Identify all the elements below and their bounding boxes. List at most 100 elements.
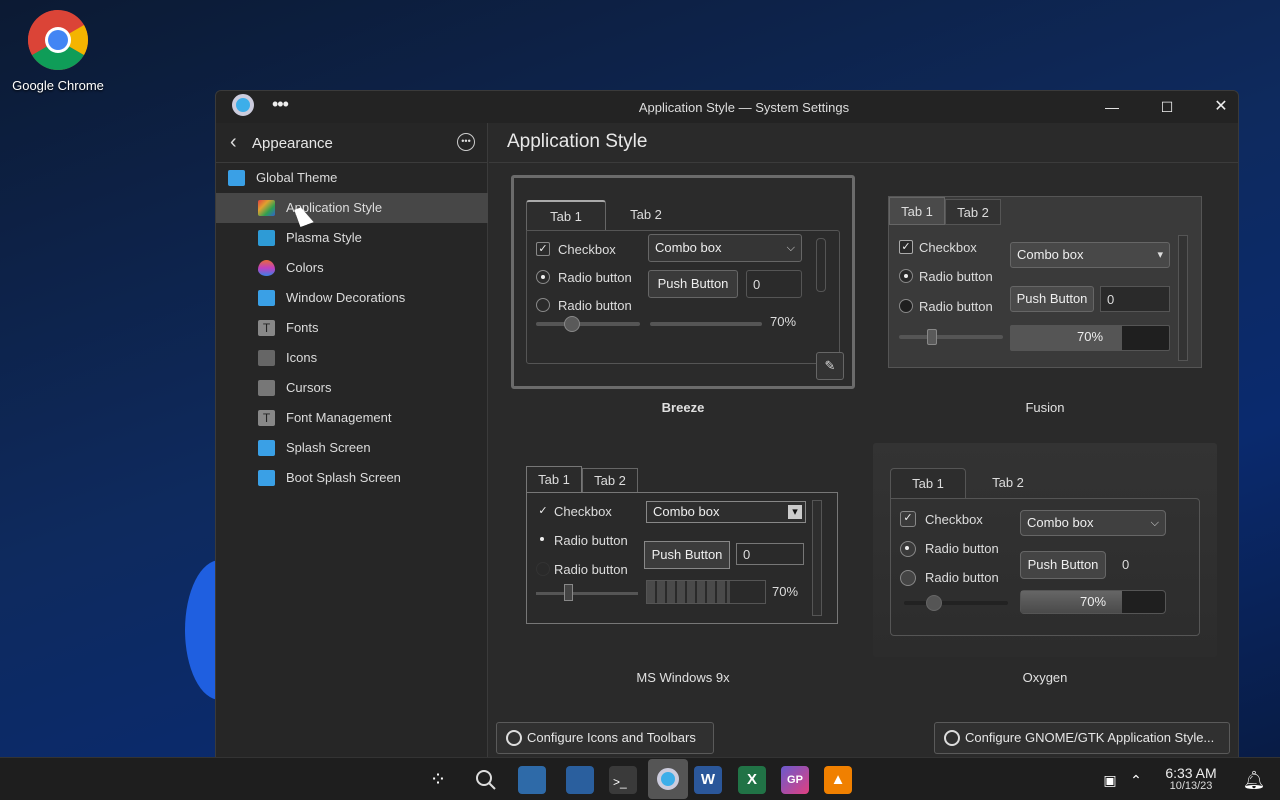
preview-progress bbox=[650, 322, 762, 326]
preview-tab-2: Tab 2 bbox=[630, 207, 662, 222]
chrome-icon bbox=[27, 9, 89, 71]
drop-icon bbox=[258, 260, 275, 276]
style-name-breeze: Breeze bbox=[661, 400, 705, 415]
sidebar-item-colors[interactable]: Colors bbox=[216, 253, 488, 283]
sidebar-item-plasma-style[interactable]: Plasma Style bbox=[216, 223, 488, 253]
preview-checkbox: ✓ bbox=[536, 242, 550, 256]
preview-spin: 0 bbox=[1100, 286, 1170, 312]
preview-slider bbox=[536, 592, 638, 595]
main-panel: Application Style Tab 1 Tab 2 ✓ Checkbox… bbox=[489, 123, 1238, 759]
preview-slider-handle bbox=[927, 329, 937, 345]
cursor-icon bbox=[258, 380, 275, 396]
preview-progress: 70% bbox=[1010, 325, 1170, 351]
preview-radio-on bbox=[536, 270, 550, 284]
preview-push-button: Push Button bbox=[644, 541, 730, 569]
preview-push-button: Push Button bbox=[1020, 551, 1106, 579]
sidebar-item-application-style[interactable]: Application Style bbox=[216, 193, 488, 223]
oxygen-preview: Tab 1 Tab 2 ✓ Checkbox Radio button Radi… bbox=[890, 468, 1200, 636]
system-settings-taskbar-icon[interactable] bbox=[648, 759, 688, 799]
sidebar-item-boot-splash-screen[interactable]: Boot Splash Screen bbox=[216, 463, 488, 493]
icons-icon bbox=[258, 350, 275, 366]
title-bar[interactable]: ••• Application Style — System Settings … bbox=[216, 91, 1238, 123]
font-icon: T bbox=[258, 320, 275, 336]
clock-time[interactable]: 6:33 AM bbox=[1160, 765, 1222, 781]
notifications-bell-icon[interactable]: 🔔︎ bbox=[1238, 764, 1270, 796]
breeze-preview: Tab 1 Tab 2 ✓ Checkbox Radio button Radi… bbox=[526, 200, 840, 364]
taskbar: ⁘ >_ W X GP ▲ ▣ ⌃ 6:33 AM 10/13/23 🔔︎ bbox=[0, 757, 1280, 800]
gp-icon[interactable]: GP bbox=[781, 766, 809, 794]
store-icon[interactable] bbox=[566, 766, 594, 794]
excel-icon[interactable]: X bbox=[738, 766, 766, 794]
style-card-oxygen[interactable]: Tab 1 Tab 2 ✓ Checkbox Radio button Radi… bbox=[873, 443, 1217, 657]
configure-icons-toolbars-button[interactable]: Configure Icons and Toolbars bbox=[496, 722, 714, 754]
sidebar-item-fonts[interactable]: T Fonts bbox=[216, 313, 488, 343]
splash-icon bbox=[258, 440, 275, 456]
preview-tab-1: Tab 1 bbox=[526, 466, 582, 492]
breadcrumb-appearance[interactable]: Appearance bbox=[252, 135, 333, 152]
edit-style-button[interactable]: ✎ bbox=[816, 352, 844, 380]
sidebar-item-window-decorations[interactable]: Window Decorations bbox=[216, 283, 488, 313]
vlc-icon[interactable]: ▲ bbox=[824, 766, 852, 794]
page-header: Application Style bbox=[489, 123, 1238, 163]
preview-scrollbar bbox=[812, 500, 822, 616]
preview-radio-on bbox=[899, 269, 913, 283]
fusion-preview: Tab 1 Tab 2 ✓ Checkbox Radio button Radi… bbox=[888, 196, 1202, 368]
preview-progress-fill bbox=[1021, 591, 1122, 613]
preview-radio-off bbox=[899, 299, 913, 313]
search-icon[interactable] bbox=[470, 764, 502, 796]
window-icon bbox=[258, 290, 275, 306]
preview-tab-2: Tab 2 bbox=[582, 468, 638, 492]
sidebar-item-font-management[interactable]: T Font Management bbox=[216, 403, 488, 433]
sidebar-item-cursors[interactable]: Cursors bbox=[216, 373, 488, 403]
maximize-button[interactable]: ☐ bbox=[1157, 97, 1177, 117]
sidebar-item-splash-screen[interactable]: Splash Screen bbox=[216, 433, 488, 463]
app-style-icon bbox=[258, 200, 275, 216]
preview-slider bbox=[899, 335, 1003, 339]
word-icon[interactable]: W bbox=[694, 766, 722, 794]
configure-gtk-style-button[interactable]: Configure GNOME/GTK Application Style... bbox=[934, 722, 1230, 754]
preview-scrollbar bbox=[1178, 235, 1188, 361]
back-arrow-icon[interactable]: ‹ bbox=[230, 131, 237, 154]
boot-splash-icon bbox=[258, 470, 275, 486]
desktop-icon-chrome[interactable]: Google Chrome bbox=[6, 8, 110, 98]
preview-push-button: Push Button bbox=[1010, 286, 1094, 312]
preview-progress bbox=[646, 580, 766, 604]
clock-date[interactable]: 10/13/23 bbox=[1160, 780, 1222, 792]
preview-tab-2: Tab 2 bbox=[992, 475, 1024, 490]
preview-radio-off bbox=[536, 298, 550, 312]
preview-tab-2: Tab 2 bbox=[945, 199, 1001, 225]
display-icon[interactable]: ▣ bbox=[1098, 764, 1122, 796]
style-card-ms-windows-9x[interactable]: Tab 1 Tab 2 ✓ Checkbox Radio button Radi… bbox=[511, 443, 855, 657]
close-button[interactable]: ✕ bbox=[1211, 97, 1231, 117]
terminal-icon[interactable]: >_ bbox=[609, 766, 637, 794]
preview-progress-fill bbox=[1011, 326, 1122, 350]
sidebar-options-icon[interactable]: ••• bbox=[457, 133, 475, 151]
style-name-fusion: Fusion bbox=[1025, 400, 1065, 415]
preview-tab-1: Tab 1 bbox=[890, 468, 966, 498]
style-card-fusion[interactable]: Tab 1 Tab 2 ✓ Checkbox Radio button Radi… bbox=[873, 175, 1217, 389]
style-name-ms-windows-9x: MS Windows 9x bbox=[636, 670, 730, 685]
preview-radio-off bbox=[536, 562, 550, 576]
preview-spin: 0 bbox=[736, 543, 804, 565]
minimize-button[interactable]: — bbox=[1102, 97, 1122, 117]
tray-expand-icon[interactable]: ⌃ bbox=[1124, 764, 1148, 796]
app-launcher-icon[interactable]: ⁘ bbox=[422, 764, 454, 796]
settings-gear-icon bbox=[657, 768, 679, 790]
sidebar-item-global-theme[interactable]: Global Theme bbox=[216, 163, 488, 193]
ms-windows-9x-preview: Tab 1 Tab 2 ✓ Checkbox Radio button Radi… bbox=[526, 466, 838, 624]
preview-spin: 0 bbox=[746, 270, 802, 298]
preview-radio-on bbox=[900, 541, 916, 557]
preview-slider-handle bbox=[926, 595, 942, 611]
sidebar: ‹ Appearance ••• Global Theme Applicatio… bbox=[216, 123, 488, 759]
sidebar-item-icons[interactable]: Icons bbox=[216, 343, 488, 373]
style-card-breeze[interactable]: Tab 1 Tab 2 ✓ Checkbox Radio button Radi… bbox=[511, 175, 855, 389]
preview-combo: Combo box ⌵ bbox=[1020, 510, 1166, 536]
page-title: Application Style bbox=[507, 131, 648, 152]
preview-checkbox: ✓ bbox=[900, 511, 916, 527]
preview-slider bbox=[536, 322, 640, 326]
font-manage-icon: T bbox=[258, 410, 275, 426]
preview-combo: Combo box ▾ bbox=[1010, 242, 1170, 268]
preview-combo: Combo box ▾ bbox=[646, 501, 806, 523]
style-name-oxygen: Oxygen bbox=[1022, 670, 1068, 685]
task-view-icon[interactable] bbox=[518, 766, 546, 794]
